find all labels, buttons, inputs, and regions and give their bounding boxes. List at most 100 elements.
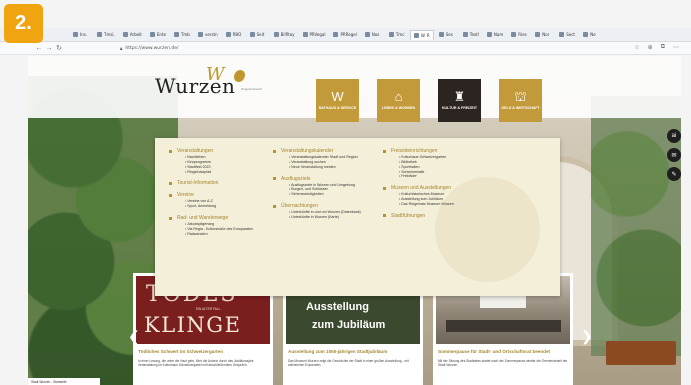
browser-tab[interactable]: Ries — [508, 30, 530, 40]
menu-group-heading[interactable]: Übernachtungen — [273, 203, 373, 209]
back-button[interactable]: ← — [34, 45, 44, 52]
menu-group: Rad- und WanderwegeJakobspilgerwegVia Re… — [169, 215, 264, 237]
forward-button[interactable]: → — [44, 45, 54, 52]
browser-tab[interactable]: Ente — [147, 30, 169, 40]
menu-link[interactable]: Unterkünfte in Wurzen (Karte) — [289, 215, 373, 220]
logo-subtitle: Ringelnatzstadt — [241, 87, 262, 91]
favicon-icon — [413, 32, 419, 38]
tab-label: verstn — [204, 32, 218, 37]
menu-link[interactable]: Neue Veranstaltung melden — [289, 165, 373, 170]
browser-tab[interactable]: Tmb — [171, 30, 193, 40]
book-caption: EIN ALTER FALL — [196, 307, 221, 311]
extensions-icon[interactable]: ⊕ — [648, 44, 653, 51]
browser-tab[interactable]: Textl — [460, 30, 482, 40]
collections-icon[interactable]: ⧉ — [661, 44, 665, 51]
tab-label: W. R — [420, 32, 430, 38]
favicon-icon — [302, 32, 308, 37]
favicon-icon — [583, 32, 589, 37]
logo-leaf-icon — [234, 70, 245, 82]
favicon-icon — [511, 32, 517, 37]
menu-icon[interactable]: ⋯ — [673, 44, 679, 51]
card-title[interactable]: Ausstellung zum 1050-jährigen Stadtjubil… — [288, 349, 420, 355]
browser-tab[interactable]: Tmsi. — [94, 30, 118, 40]
browser-tab[interactable]: PRVegal — [300, 30, 329, 40]
bookmark-icon[interactable]: ☆ — [634, 44, 639, 51]
browser-tab[interactable]: Nos — [362, 30, 384, 40]
logo-mark: W — [206, 64, 225, 85]
menu-link[interactable]: Freibäder — [399, 174, 493, 179]
menu-link[interactable]: Sehenswürdigkeiten — [289, 192, 373, 197]
favicon-icon — [122, 32, 128, 37]
browser-tab[interactable]: PRRegel — [330, 30, 359, 40]
tab-label: Tmb — [180, 32, 190, 37]
favicon-icon — [462, 32, 468, 37]
book-title-bottom: KLINGE — [144, 313, 242, 337]
card-title[interactable]: Tödliches Schwert im Schweizergarten — [138, 349, 270, 355]
nav-tile-label: RATHAUS & SERVICE — [318, 106, 357, 111]
menu-link[interactable]: Sport- Anmeldung — [185, 204, 264, 209]
carousel-next-icon[interactable]: ❯ — [581, 328, 593, 345]
favicon-icon — [225, 32, 231, 37]
card-text: Mit der Sitzung des Stadtrates startet n… — [438, 359, 568, 368]
url-field[interactable]: 🔒︎ https://www.wurzen.de/ — [120, 44, 450, 53]
browser-tab[interactable]: Ses — [436, 30, 458, 40]
site-header: Wurzen W Ringelnatzstadt W RATHAUS & SER… — [28, 56, 681, 122]
browser-tools: ☆ ⊕ ⧉ ⋯ — [634, 44, 679, 51]
nav-tile-kultur[interactable]: ♜ KULTUR & FREIZEIT — [438, 79, 481, 122]
menu-group-heading[interactable]: Museen und Ausstellungen — [383, 185, 493, 191]
house-icon: ⌂ — [394, 89, 403, 105]
browser-tab[interactable]: Arbeit — [120, 30, 145, 40]
nav-tile-wirtschaft[interactable]: ⛫ GELD & WIRTSCHAFT — [499, 79, 542, 122]
nav-tile-rathaus[interactable]: W RATHAUS & SERVICE — [316, 79, 359, 122]
tab-label: RBO — [232, 32, 242, 37]
browser-tab[interactable]: Bilfltoy — [271, 30, 298, 40]
menu-link[interactable]: Das Ringelnatz Museum Wurzen — [399, 202, 493, 207]
browser-address-bar: ← → ↻ 🔒︎ https://www.wurzen.de/ ☆ ⊕ ⧉ ⋯ — [0, 42, 691, 55]
carousel-prev-icon[interactable]: ❮ — [128, 328, 140, 345]
screenshot-frame: Ins. Tmsi. Arbeit Ente Tmb verstn RBO Seit Bilfl… — [0, 0, 691, 385]
tab-label: Ses — [445, 32, 453, 37]
tab-label: Tmsi. — [104, 32, 115, 37]
feedback-icon[interactable]: ✎ — [667, 167, 681, 181]
browser-tab[interactable]: W. R — [409, 29, 434, 40]
mail-icon[interactable]: ✉ — [667, 148, 681, 162]
menu-link[interactable]: Ringelnatzpfad — [185, 170, 264, 175]
browser-tab[interactable]: Nam — [484, 30, 506, 40]
browser-tab[interactable]: Nor — [532, 30, 554, 40]
mega-menu-kultur: VeranstaltungenNachtlebenKinoprogrammSta… — [155, 138, 560, 296]
nav-tile-leben[interactable]: ⌂ LEBEN & WOHNEN — [377, 79, 420, 122]
menu-column-1: VeranstaltungenNachtlebenKinoprogrammSta… — [169, 148, 264, 243]
menu-link[interactable]: Radwandern — [185, 232, 264, 237]
menu-group-heading[interactable]: Freizeiteinrichtungen — [383, 148, 493, 154]
rathaus-icon: W — [331, 89, 344, 105]
menu-group: FreizeiteinrichtungenKulturhaus Schweize… — [383, 148, 493, 179]
card-title[interactable]: Sommerpause für Stadt- und Ortschaftsrat… — [438, 349, 570, 355]
browser-tab[interactable]: RBO — [223, 30, 245, 40]
menu-group-heading[interactable]: Stadtführungen — [383, 213, 493, 219]
url-text: https://www.wurzen.de/ — [125, 46, 179, 51]
browser-tab[interactable]: Seit — [247, 30, 269, 40]
menu-group: VeranstaltungskalenderVeranstaltungskale… — [273, 148, 373, 170]
accessibility-icon[interactable]: ai — [667, 129, 681, 143]
browser-tab[interactable]: Ins. — [70, 30, 92, 40]
menu-group-heading[interactable]: Veranstaltungen — [169, 148, 264, 154]
menu-group: VeranstaltungenNachtlebenKinoprogrammSta… — [169, 148, 264, 174]
browser-tab[interactable]: Tmc — [386, 30, 408, 40]
browser-tab-bar: Ins. Tmsi. Arbeit Ente Tmb verstn RBO Seit Bilfl… — [0, 28, 691, 42]
tab-label: Textl — [469, 32, 479, 37]
tab-label: Tmc — [395, 32, 405, 37]
card-text: Das Museum Wurzen zeigt die Geschichte d… — [288, 359, 409, 368]
reload-button[interactable]: ↻ — [54, 44, 64, 52]
browser-tab[interactable]: Ne — [580, 30, 602, 40]
menu-group-heading[interactable]: Vereine — [169, 192, 264, 198]
menu-group-heading[interactable]: Tourist-Information — [169, 180, 264, 186]
browser-tab[interactable]: Sect — [556, 30, 578, 40]
favicon-icon — [149, 32, 155, 37]
menu-group-heading[interactable]: Rad- und Wanderwege — [169, 215, 264, 221]
menu-group: AusflugszieleAusflugsziele in Wurzen und… — [273, 176, 373, 198]
menu-group-heading[interactable]: Veranstaltungskalender — [273, 148, 373, 154]
menu-group-heading[interactable]: Ausflugsziele — [273, 176, 373, 182]
web-page: Wurzen W Ringelnatzstadt W RATHAUS & SER… — [28, 56, 681, 385]
nav-tile-label: GELD & WIRTSCHAFT — [501, 106, 540, 111]
browser-tab[interactable]: verstn — [195, 30, 221, 40]
